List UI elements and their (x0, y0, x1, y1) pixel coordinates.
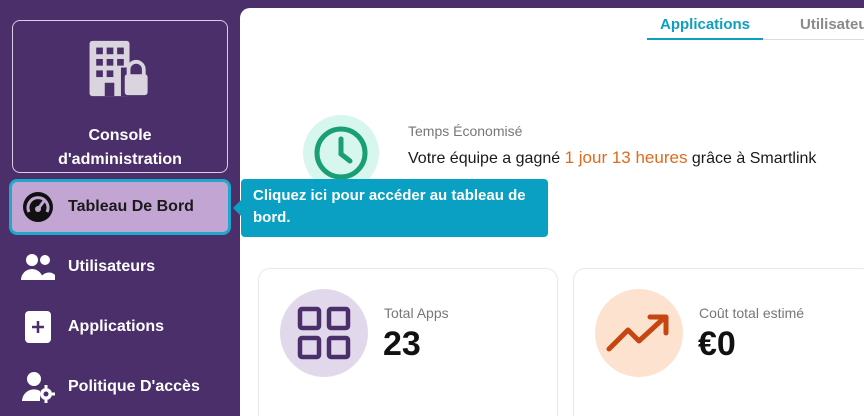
time-saved-highlight: 1 jour 13 heures (564, 148, 688, 167)
building-lock-icon (89, 40, 152, 97)
cost-trend-badge (595, 289, 683, 377)
sidebar: Console d'administration Tableau De Bord… (0, 0, 240, 416)
admin-console-card[interactable]: Console d'administration (12, 20, 228, 173)
total-apps-label: Total Apps (384, 305, 449, 321)
sidebar-item-label: Tableau De Bord (68, 198, 194, 215)
plus-icon (20, 309, 56, 345)
sidebar-item-dashboard[interactable]: Tableau De Bord (12, 182, 228, 232)
dashboard-gauge-icon (20, 189, 56, 225)
total-apps-value: 23 (383, 325, 421, 363)
tab-bar: Applications Utilisateurs (240, 8, 864, 42)
total-apps-card: Total Apps 23 (258, 268, 558, 416)
time-saved-text-after: grâce à Smartlink (687, 150, 817, 167)
sidebar-item-label: Utilisateurs (68, 258, 156, 275)
active-tab-indicator (647, 38, 763, 40)
console-label-line1: Console (88, 127, 152, 144)
onboarding-tooltip[interactable]: Cliquez ici pour accéder au tableau de b… (241, 179, 548, 237)
time-saved-title: Temps Économisé (408, 123, 523, 139)
trending-up-icon (606, 314, 669, 352)
grid-icon (297, 306, 351, 360)
sidebar-item-applications[interactable]: Applications (12, 302, 228, 352)
clock-icon (314, 126, 368, 180)
tab-users[interactable]: Utilisateurs (800, 16, 864, 33)
sidebar-item-label: Applications (68, 318, 165, 335)
time-saved-text: Votre équipe a gagné 1 jour 13 heures gr… (408, 146, 828, 171)
total-cost-value: €0 (698, 325, 736, 363)
sidebar-item-access-policy[interactable]: Politique D'accès (12, 362, 228, 412)
sidebar-item-users[interactable]: Utilisateurs (12, 242, 228, 292)
apps-grid-badge (280, 289, 368, 377)
tab-divider (763, 39, 864, 40)
user-gear-icon (20, 369, 56, 405)
tooltip-arrow (233, 200, 241, 216)
sidebar-item-label: Politique D'accès (68, 378, 200, 395)
total-cost-card: Coût total estimé €0 (573, 268, 864, 416)
console-label-line2: d'administration (58, 151, 182, 168)
users-icon (20, 249, 56, 285)
tab-applications[interactable]: Applications (660, 16, 750, 33)
console-label: Console d'administration (58, 124, 182, 172)
time-saved-text-before: Votre équipe a gagné (408, 150, 565, 167)
total-cost-label: Coût total estimé (699, 305, 805, 321)
